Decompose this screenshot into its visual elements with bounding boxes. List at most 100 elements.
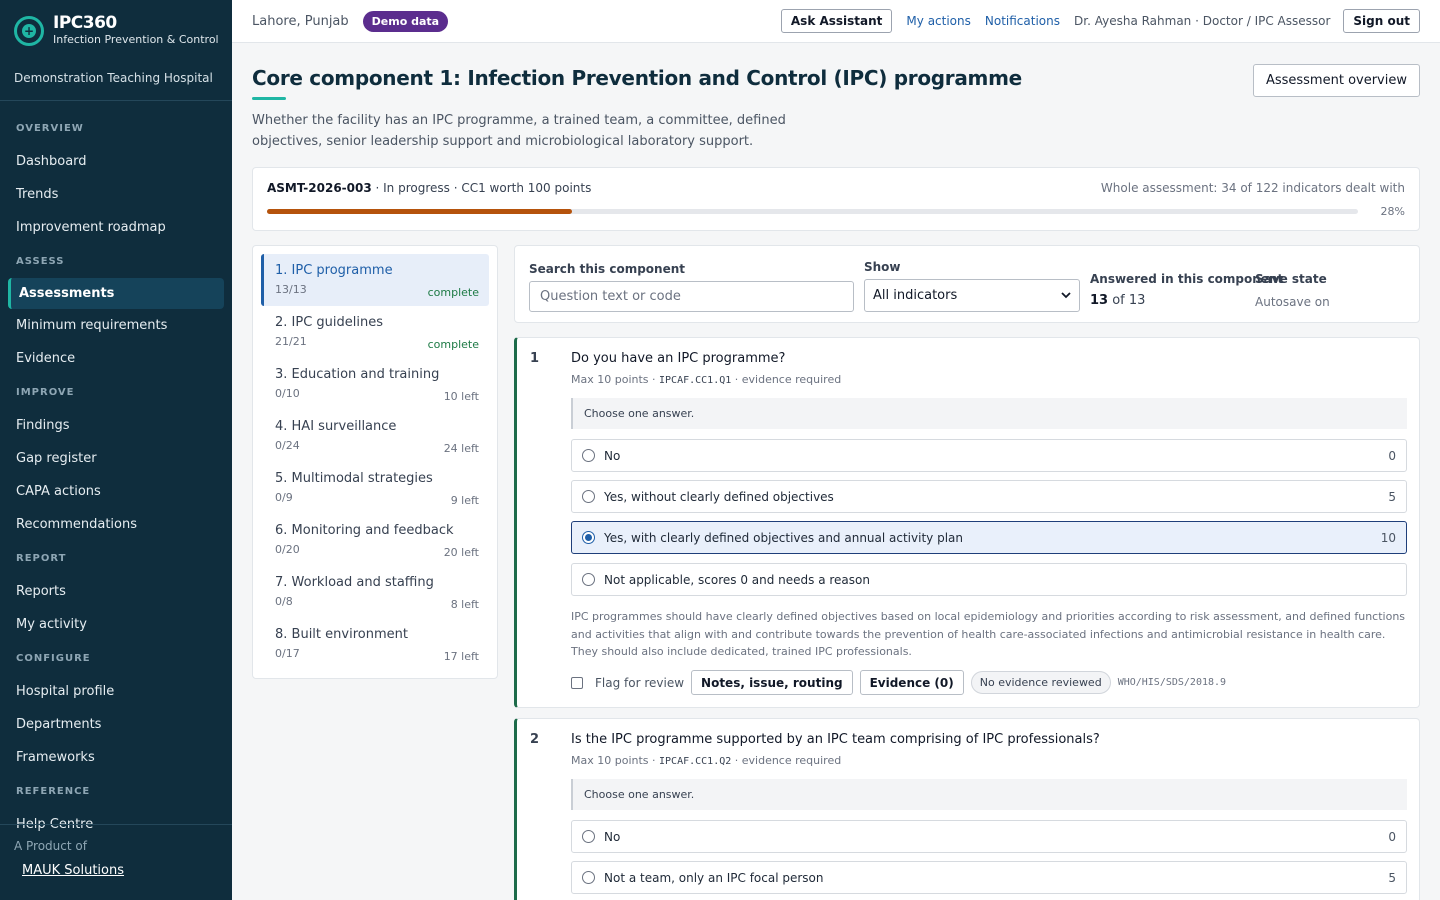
question-text: Is the IPC programme supported by an IPC… bbox=[571, 732, 1100, 747]
radio-icon[interactable] bbox=[582, 871, 595, 884]
question-evidence-note: · evidence required bbox=[731, 754, 842, 767]
answer-option-label: Not applicable, scores 0 and needs a rea… bbox=[604, 572, 870, 587]
component-item-multimodal-strategies[interactable]: 5. Multimodal strategies 0/9 9 left bbox=[261, 462, 489, 514]
sidebar: + IPC360 Infection Prevention & Control … bbox=[0, 0, 232, 900]
brand-name: IPC360 bbox=[53, 13, 117, 33]
component-item-ipc-programme[interactable]: 1. IPC programme 13/13 complete bbox=[261, 254, 489, 306]
sidebar-item-dashboard[interactable]: Dashboard bbox=[0, 145, 232, 178]
answer-option-score: 5 bbox=[1388, 870, 1396, 885]
show-select[interactable]: All indicators bbox=[864, 279, 1080, 312]
component-status: 8 left bbox=[450, 598, 479, 611]
show-select-value: All indicators bbox=[873, 288, 958, 303]
ask-assistant-button[interactable]: Ask Assistant bbox=[780, 9, 893, 33]
sidebar-item-hospital-profile[interactable]: Hospital profile bbox=[0, 675, 232, 708]
component-count: 0/8 bbox=[275, 595, 293, 608]
answered-value: 13 of 13 bbox=[1090, 293, 1145, 308]
radio-selected-icon[interactable] bbox=[582, 531, 595, 544]
notes-button[interactable]: Notes, issue, routing bbox=[691, 670, 853, 695]
question-number: 2 bbox=[530, 732, 540, 747]
answer-option-label: Yes, with clearly defined objectives and… bbox=[604, 530, 963, 545]
sidebar-item-trends[interactable]: Trends bbox=[0, 178, 232, 211]
company-link[interactable]: MAUK Solutions bbox=[22, 863, 124, 878]
reference-code: WHO/HIS/SDS/2018.9 bbox=[1117, 677, 1227, 688]
component-item-workload-staffing[interactable]: 7. Workload and staffing 0/8 8 left bbox=[261, 566, 489, 618]
answer-option-label: No bbox=[604, 829, 621, 844]
nav-section-overview: OVERVIEW bbox=[16, 123, 84, 134]
answer-hint: Choose one answer. bbox=[571, 398, 1407, 429]
component-item-education-training[interactable]: 3. Education and training 0/10 10 left bbox=[261, 358, 489, 410]
component-name: 2. IPC guidelines bbox=[275, 315, 384, 330]
sidebar-item-capa-actions[interactable]: CAPA actions bbox=[0, 475, 232, 508]
assessment-overview-button[interactable]: Assessment overview bbox=[1252, 64, 1420, 97]
show-label: Show bbox=[864, 260, 901, 274]
answer-option[interactable]: Yes, without clearly defined objectives … bbox=[571, 480, 1407, 513]
sidebar-item-recommendations[interactable]: Recommendations bbox=[0, 508, 232, 541]
component-item-hai-surveillance[interactable]: 4. HAI surveillance 0/24 24 left bbox=[261, 410, 489, 462]
component-status: complete bbox=[427, 338, 479, 351]
radio-icon[interactable] bbox=[582, 830, 595, 843]
page-description: Whether the facility has an IPC programm… bbox=[252, 113, 786, 149]
component-item-monitoring-feedback[interactable]: 6. Monitoring and feedback 0/20 20 left bbox=[261, 514, 489, 566]
sign-out-button[interactable]: Sign out bbox=[1343, 9, 1420, 33]
brand[interactable]: + IPC360 Infection Prevention & Control bbox=[0, 0, 232, 60]
answer-option-selected[interactable]: Yes, with clearly defined objectives and… bbox=[571, 521, 1407, 554]
sidebar-item-evidence[interactable]: Evidence bbox=[0, 342, 232, 375]
answer-option[interactable]: No 0 bbox=[571, 439, 1407, 472]
answered-count: 13 bbox=[1090, 293, 1109, 308]
sidebar-item-reports[interactable]: Reports bbox=[0, 575, 232, 608]
radio-icon[interactable] bbox=[582, 490, 595, 503]
sidebar-item-improvement-roadmap[interactable]: Improvement roadmap bbox=[0, 211, 232, 244]
radio-icon[interactable] bbox=[582, 449, 595, 462]
progress-bar-fill bbox=[267, 209, 573, 214]
component-status: 10 left bbox=[443, 390, 479, 403]
assessment-info: ASMT-2026-003 · In progress · CC1 worth … bbox=[267, 181, 591, 195]
component-name: 3. Education and training bbox=[275, 367, 440, 382]
component-name: 4. HAI surveillance bbox=[275, 419, 397, 434]
search-input[interactable] bbox=[529, 281, 854, 312]
save-state-label: Save state bbox=[1255, 272, 1327, 286]
sidebar-item-departments[interactable]: Departments bbox=[0, 708, 232, 741]
answered-total: of 13 bbox=[1108, 293, 1146, 308]
logo-icon: + bbox=[14, 16, 44, 46]
my-actions-link[interactable]: My actions bbox=[906, 14, 970, 28]
nav-section-configure: CONFIGURE bbox=[16, 653, 91, 664]
brand-subtitle: Infection Prevention & Control bbox=[53, 33, 219, 46]
answer-option-label: Not a team, only an IPC focal person bbox=[604, 870, 824, 885]
notifications-link[interactable]: Notifications bbox=[985, 14, 1060, 28]
location-label: Lahore, Punjab bbox=[252, 13, 349, 29]
sidebar-item-assessments[interactable]: Assessments bbox=[8, 278, 224, 309]
save-state-value: Autosave on bbox=[1255, 295, 1330, 309]
sidebar-item-findings[interactable]: Findings bbox=[0, 409, 232, 442]
question-meta: Max 10 points · IPCAF.CC1.Q1 · evidence … bbox=[571, 373, 841, 386]
answer-option-score: 10 bbox=[1380, 530, 1396, 545]
chevron-down-icon bbox=[1061, 292, 1071, 299]
product-of-label: A Product of bbox=[14, 839, 87, 853]
demo-data-badge: Demo data bbox=[362, 10, 449, 32]
nav-section-report: REPORT bbox=[16, 553, 67, 564]
question-number: 1 bbox=[530, 351, 540, 366]
sidebar-item-frameworks[interactable]: Frameworks bbox=[0, 741, 232, 774]
answer-option[interactable]: Not a team, only an IPC focal person 5 bbox=[571, 861, 1407, 894]
question-actions: Flag for review Notes, issue, routing Ev… bbox=[571, 670, 1226, 695]
answer-hint: Choose one answer. bbox=[571, 779, 1407, 810]
title-accent bbox=[252, 97, 286, 100]
question-evidence-note: · evidence required bbox=[731, 373, 842, 386]
question-card: 2 Is the IPC programme supported by an I… bbox=[514, 718, 1420, 900]
component-name: 1. IPC programme bbox=[275, 263, 393, 278]
search-label: Search this component bbox=[529, 262, 685, 276]
radio-icon[interactable] bbox=[582, 573, 595, 586]
sidebar-item-gap-register[interactable]: Gap register bbox=[0, 442, 232, 475]
component-item-built-environment[interactable]: 8. Built environment 0/17 17 left bbox=[261, 618, 489, 670]
evidence-button[interactable]: Evidence (0) bbox=[859, 670, 964, 695]
progress-percent: 28% bbox=[1380, 205, 1405, 218]
user-info: Dr. Ayesha Rahman · Doctor / IPC Assesso… bbox=[1074, 14, 1331, 28]
answer-option[interactable]: Not applicable, scores 0 and needs a rea… bbox=[571, 563, 1407, 596]
sidebar-item-minimum-requirements[interactable]: Minimum requirements bbox=[0, 309, 232, 342]
answer-option[interactable]: No 0 bbox=[571, 820, 1407, 853]
topbar: Lahore, Punjab Demo data Ask Assistant M… bbox=[232, 0, 1440, 43]
component-name: 6. Monitoring and feedback bbox=[275, 523, 454, 538]
flag-label: Flag for review bbox=[595, 675, 685, 690]
sidebar-item-my-activity[interactable]: My activity bbox=[0, 608, 232, 641]
flag-checkbox[interactable] bbox=[571, 676, 583, 689]
component-item-ipc-guidelines[interactable]: 2. IPC guidelines 21/21 complete bbox=[261, 306, 489, 358]
